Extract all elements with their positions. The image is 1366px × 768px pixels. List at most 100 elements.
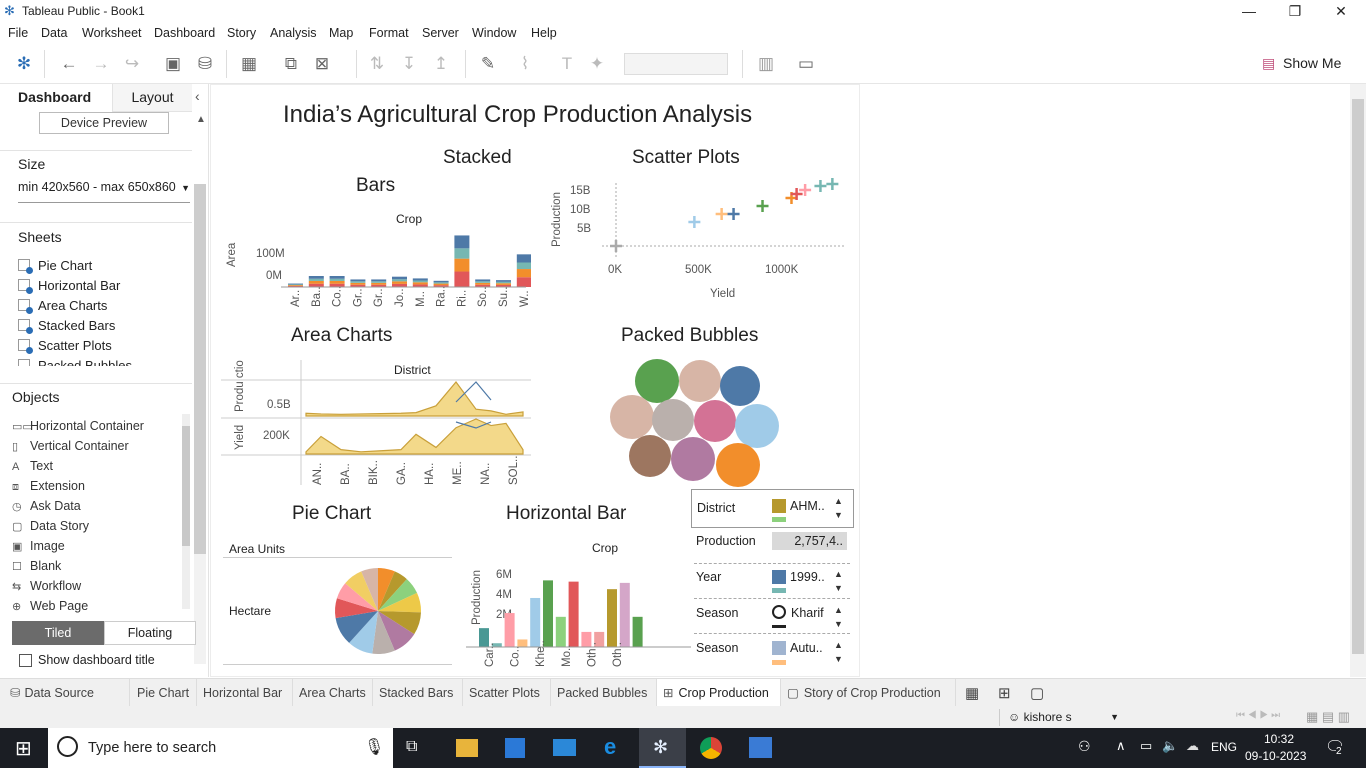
new-worksheet-tab-icon[interactable]: ▦	[965, 684, 979, 702]
bubble[interactable]	[635, 359, 679, 403]
new-story-tab-icon[interactable]: ▢	[1030, 684, 1044, 702]
spinner-down-icon[interactable]: ▼	[834, 619, 843, 629]
hbar-chart[interactable]: Production 6M 4M 2M Car.. Co.. Khe.. Mo.. Ot…	[466, 555, 691, 670]
clear-sheet-icon[interactable]: ⊠	[311, 53, 333, 75]
collapse-pane-icon[interactable]: ‹	[195, 88, 200, 104]
pie-chart[interactable]	[331, 565, 426, 657]
people-icon[interactable]: ⚇	[1078, 738, 1091, 755]
menu-map[interactable]: Map	[329, 26, 353, 40]
redo-icon[interactable]: →	[90, 53, 112, 75]
save-icon[interactable]: ▣	[162, 53, 184, 75]
spinner-up-icon[interactable]: ▲	[834, 496, 843, 506]
workspace-scrollbar[interactable]	[1350, 84, 1366, 677]
object-item[interactable]: A Text	[12, 457, 53, 475]
photos-icon[interactable]	[749, 737, 772, 758]
spinner-up-icon[interactable]: ▲	[834, 640, 843, 650]
spinner-down-icon[interactable]: ▼	[834, 654, 843, 664]
menu-window[interactable]: Window	[472, 26, 516, 40]
bubble[interactable]	[716, 443, 760, 487]
object-item[interactable]: ⇆ Workflow	[12, 577, 81, 595]
object-item[interactable]: ◷ Ask Data	[12, 497, 81, 515]
tab-dashboard[interactable]: Dashboard	[0, 84, 112, 112]
bubble[interactable]	[610, 395, 654, 439]
spinner-up-icon[interactable]: ▲	[834, 569, 843, 579]
volume-icon[interactable]: 🔈	[1162, 738, 1178, 754]
bubble[interactable]	[671, 437, 715, 481]
sheet-item[interactable]: Area Charts	[18, 297, 107, 315]
scroll-up-icon[interactable]: ▲	[196, 114, 206, 125]
taskbar-search[interactable]: Type here to search 🎙	[48, 728, 393, 768]
tab-horizontal-bar[interactable]: Horizontal Bar	[197, 679, 293, 707]
device-preview-button[interactable]: Device Preview	[39, 112, 169, 134]
floating-toggle[interactable]: Floating	[104, 621, 196, 645]
show-title-checkbox[interactable]	[19, 654, 32, 667]
group-icon[interactable]: ⌇	[514, 53, 536, 75]
object-item[interactable]: ▭▭Horizontal Container	[12, 417, 144, 435]
menu-format[interactable]: Format	[369, 26, 409, 40]
object-item[interactable]: ⧈ Extension	[12, 477, 85, 495]
new-worksheet-icon[interactable]: ▦	[238, 53, 260, 75]
stacked-bars-chart[interactable]: Area 100M 0M Ar.. Ba.. Co.. Gr.. Gr.. Jo.. M..…	[221, 225, 531, 310]
menu-worksheet[interactable]: Worksheet	[82, 26, 142, 40]
store-icon[interactable]	[505, 738, 525, 758]
close-button[interactable]: ✕	[1318, 0, 1364, 22]
tab-scatter-plots[interactable]: Scatter Plots	[463, 679, 551, 707]
file-explorer-icon[interactable]	[456, 739, 478, 757]
size-dropdown[interactable]: min 420x560 - max 650x860 ▼	[18, 180, 190, 194]
district-filter[interactable]: District AHM.. ▲ ▼	[691, 489, 854, 528]
duplicate-icon[interactable]: ⧉	[280, 53, 302, 75]
restore-button[interactable]: ❐	[1272, 0, 1318, 22]
network-icon[interactable]: ☁	[1186, 738, 1199, 754]
objects-scrollbar[interactable]	[182, 414, 190, 609]
tableau-home-icon[interactable]: ✻	[13, 53, 35, 75]
language-indicator[interactable]: ENG	[1211, 740, 1237, 754]
menu-story[interactable]: Story	[227, 26, 256, 40]
pin-icon[interactable]: ✦	[586, 53, 608, 75]
microphone-icon[interactable]: 🎙	[364, 737, 384, 757]
bubble[interactable]	[694, 400, 736, 442]
minimize-button[interactable]: —	[1226, 0, 1272, 22]
sheet-item[interactable]: Scatter Plots	[18, 337, 112, 355]
object-item[interactable]: ⊕ Web Page	[12, 597, 88, 615]
tableau-taskbar-button[interactable]: ✻	[639, 728, 686, 768]
sheet-item[interactable]: Pie Chart	[18, 257, 92, 275]
user-menu[interactable]: ☺ kishore s ▼	[999, 709, 1123, 726]
windows-start-icon[interactable]: ⊞	[15, 736, 32, 761]
menu-data[interactable]: Data	[41, 26, 67, 40]
spinner-up-icon[interactable]: ▲	[834, 605, 843, 615]
bubble[interactable]	[720, 366, 760, 406]
menu-file[interactable]: File	[8, 26, 28, 40]
tab-packed-bubbles[interactable]: Packed Bubbles	[551, 679, 657, 707]
tray-chevron-icon[interactable]: ∧	[1116, 738, 1126, 754]
scatter-chart[interactable]: Production 15B 10B 5B 0K 500K 1000K Yiel…	[546, 175, 856, 305]
sheet-item[interactable]: Packed Bubbles	[18, 357, 132, 366]
packed-bubbles-chart[interactable]	[606, 357, 786, 492]
tab-pie-chart[interactable]: Pie Chart	[131, 679, 197, 707]
sort-desc-icon[interactable]: ↥	[430, 53, 452, 75]
mail-icon[interactable]	[553, 739, 576, 756]
object-item[interactable]: ▣ Image	[12, 537, 65, 555]
pane-scrollbar[interactable]	[194, 184, 206, 664]
area-chart[interactable]: Produ ction Yield 0.5B 200K AN.. BA.. BIK.…	[221, 360, 533, 490]
bubble[interactable]	[652, 399, 694, 441]
object-item[interactable]: ▯ Vertical Container	[12, 437, 129, 455]
replay-icon[interactable]: ↪	[121, 53, 143, 75]
production-value[interactable]: 2,757,4..	[772, 532, 847, 550]
new-data-source-icon[interactable]: ⛁	[194, 53, 216, 75]
sheet-item[interactable]: Stacked Bars	[18, 317, 115, 335]
fit-dropdown[interactable]	[624, 53, 728, 75]
swap-icon[interactable]: ⇅	[366, 53, 388, 75]
object-item[interactable]: ▢ Data Story	[12, 517, 89, 535]
show-me-button[interactable]: Show Me	[1283, 55, 1341, 71]
clock-time[interactable]: 10:32	[1264, 732, 1294, 746]
spinner-down-icon[interactable]: ▼	[834, 583, 843, 593]
presentation-icon[interactable]: ▭	[795, 53, 817, 75]
battery-icon[interactable]: ▭	[1140, 738, 1152, 754]
highlight-icon[interactable]: ✎	[477, 53, 499, 75]
tab-crop-production[interactable]: ⊞ Crop Production	[657, 679, 781, 707]
tab-layout[interactable]: Layout	[112, 84, 192, 112]
menu-server[interactable]: Server	[422, 26, 459, 40]
tab-area-charts[interactable]: Area Charts	[293, 679, 373, 707]
new-dashboard-tab-icon[interactable]: ⊞	[998, 684, 1011, 702]
edge-icon[interactable]: e	[604, 734, 616, 760]
